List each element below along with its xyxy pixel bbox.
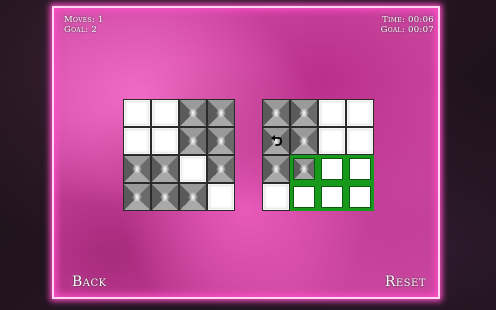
- target-pattern-grid: [123, 99, 235, 211]
- target-tile-tile: [151, 127, 179, 155]
- reset-button[interactable]: Reset: [385, 274, 426, 290]
- play-grid: [262, 99, 374, 211]
- moves-counter: Moves: 1: [64, 15, 104, 25]
- board-frame: [52, 6, 440, 299]
- goal-time: Goal: 00:07: [380, 25, 434, 35]
- back-button[interactable]: Back: [72, 274, 107, 290]
- play-tile-tile[interactable]: [318, 99, 346, 127]
- target-tile-tile: [151, 155, 179, 183]
- target-tile-tile: [207, 155, 235, 183]
- target-tile-tile: [179, 99, 207, 127]
- time-counter: Time: 00:06: [382, 15, 434, 25]
- goal-moves: Goal: 2: [64, 25, 98, 35]
- target-tile-tile: [151, 183, 179, 211]
- play-tile-tile[interactable]: [346, 99, 374, 127]
- play-tile-tile[interactable]: [318, 127, 346, 155]
- game-screen: Moves: 1 Goal: 2 Time: 00:06 Goal: 00:07…: [0, 0, 496, 310]
- target-tile-tile: [151, 99, 179, 127]
- target-tile-tile: [207, 99, 235, 127]
- play-tile-tile[interactable]: [346, 183, 374, 211]
- target-tile-tile: [123, 183, 151, 211]
- play-tile-tile[interactable]: [346, 127, 374, 155]
- target-tile-tile: [207, 127, 235, 155]
- play-tile-tile[interactable]: [262, 127, 290, 155]
- target-tile-tile: [179, 155, 207, 183]
- play-tile-tile[interactable]: [262, 99, 290, 127]
- play-tile-tile[interactable]: [290, 99, 318, 127]
- target-tile-tile: [123, 99, 151, 127]
- play-tile-tile[interactable]: [346, 155, 374, 183]
- play-tile-tile[interactable]: [318, 155, 346, 183]
- target-tile-tile: [179, 183, 207, 211]
- play-tile-tile[interactable]: [262, 183, 290, 211]
- undo-arrow-icon: [271, 135, 283, 146]
- target-tile-tile: [207, 183, 235, 211]
- target-tile-tile: [123, 155, 151, 183]
- play-tile-tile[interactable]: [290, 127, 318, 155]
- play-tile-tile[interactable]: [318, 183, 346, 211]
- hud-left: Moves: 1 Goal: 2: [64, 15, 104, 35]
- hud-right: Time: 00:06 Goal: 00:07: [381, 15, 434, 35]
- target-tile-tile: [179, 127, 207, 155]
- play-tile-tile[interactable]: [262, 155, 290, 183]
- target-tile-tile: [123, 127, 151, 155]
- play-tile-tile[interactable]: [290, 155, 318, 183]
- play-tile-tile[interactable]: [290, 183, 318, 211]
